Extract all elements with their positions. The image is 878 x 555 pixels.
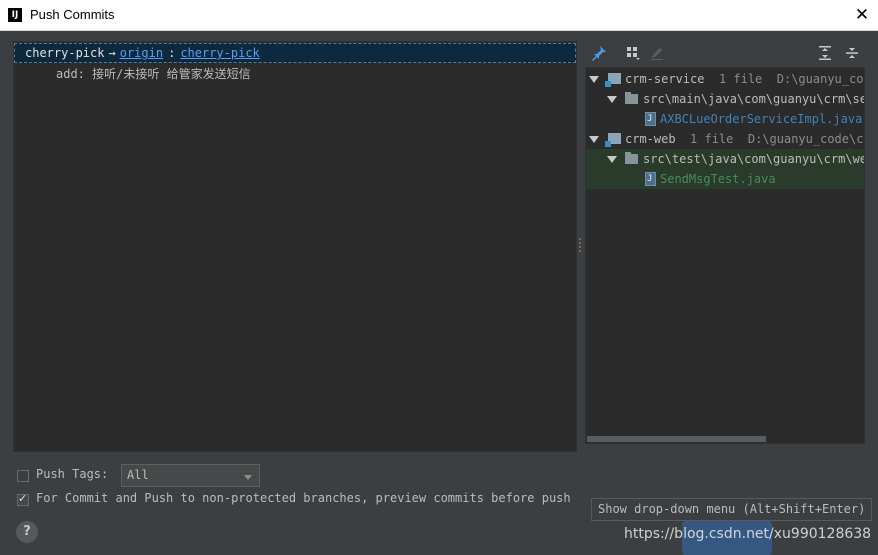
module-icon (605, 73, 621, 87)
tooltip: Show drop-down menu (Alt+Shift+Enter) (591, 498, 873, 521)
commits-panel: cherry-pick → origin: cherry-pick add: 接听/未… (13, 41, 577, 452)
close-icon[interactable]: ✕ (852, 5, 872, 25)
directory-name: src\test\java\com\guanyu\crm\web (643, 152, 865, 166)
push-tags-label: Push Tags: (36, 467, 109, 481)
directory-node[interactable]: src\test\java\com\guanyu\crm\web (586, 149, 865, 169)
module-name: crm-service (625, 72, 705, 86)
group-by-icon[interactable] (625, 45, 641, 61)
chevron-down-icon (244, 475, 252, 480)
separator-label: : (168, 46, 176, 60)
expand-triangle-icon[interactable] (607, 156, 617, 163)
title-bar: IJ Push Commits ✕ (0, 0, 878, 31)
module-node[interactable]: crm-web 1 file D:\guanyu_code\crm (586, 129, 865, 149)
push-target-row[interactable]: cherry-pick → origin: cherry-pick (14, 43, 576, 63)
pin-icon[interactable] (591, 45, 607, 61)
file-node[interactable]: AXBCLueOrderServiceImpl.java (586, 109, 864, 129)
horizontal-scrollbar[interactable] (586, 435, 864, 443)
arrow-label: → (108, 46, 116, 60)
preview-commits-checkbox[interactable] (17, 492, 29, 506)
commit-item[interactable]: add: 接听/未接听 给管家发送短信 (56, 65, 251, 82)
folder-icon (625, 92, 638, 104)
java-file-icon (645, 169, 656, 189)
edit-icon[interactable] (649, 45, 665, 61)
remote-branch-link[interactable]: cherry-pick (180, 46, 259, 60)
push-tags-value: All (127, 468, 149, 482)
module-path: D:\guanyu_code (776, 72, 864, 86)
scrollbar-thumb[interactable] (587, 436, 766, 442)
watermark: https://blog.csdn.net/xu990128638 (624, 526, 872, 542)
intellij-icon: IJ (8, 8, 22, 22)
expand-all-icon[interactable] (817, 45, 833, 61)
preview-commits-label: For Commit and Push to non-protected bra… (36, 491, 571, 505)
collapse-all-icon[interactable] (844, 45, 860, 61)
changes-toolbar (585, 41, 865, 67)
file-count: 1 file (718, 72, 763, 86)
remote-link[interactable]: origin (120, 46, 163, 60)
push-tags-select[interactable]: All (121, 464, 260, 487)
module-icon (605, 133, 621, 147)
file-name: SendMsgTest.java (660, 172, 776, 186)
expand-triangle-icon[interactable] (589, 76, 599, 83)
directory-name: src\main\java\com\guanyu\crm\ser (643, 92, 865, 106)
module-node[interactable]: crm-service 1 file D:\guanyu_code (586, 69, 864, 89)
file-count: 1 file (690, 132, 734, 146)
window-title: Push Commits (30, 7, 115, 22)
module-name: crm-web (625, 132, 676, 146)
module-path: D:\guanyu_code\crm (747, 132, 865, 146)
directory-node[interactable]: src\main\java\com\guanyu\crm\ser (586, 89, 865, 109)
changes-tree: crm-service 1 file D:\guanyu_code src\ma… (585, 67, 865, 444)
push-tags-checkbox[interactable] (17, 470, 29, 482)
java-file-icon (645, 109, 656, 129)
file-node[interactable]: SendMsgTest.java (586, 169, 864, 189)
file-name: AXBCLueOrderServiceImpl.java (660, 112, 863, 126)
splitter-handle[interactable] (578, 238, 582, 254)
changes-panel: crm-service 1 file D:\guanyu_code src\ma… (585, 41, 865, 452)
folder-icon (625, 152, 638, 164)
expand-triangle-icon[interactable] (607, 96, 617, 103)
help-button[interactable]: ? (16, 521, 38, 543)
expand-triangle-icon[interactable] (589, 136, 599, 143)
local-branch: cherry-pick (25, 46, 105, 60)
